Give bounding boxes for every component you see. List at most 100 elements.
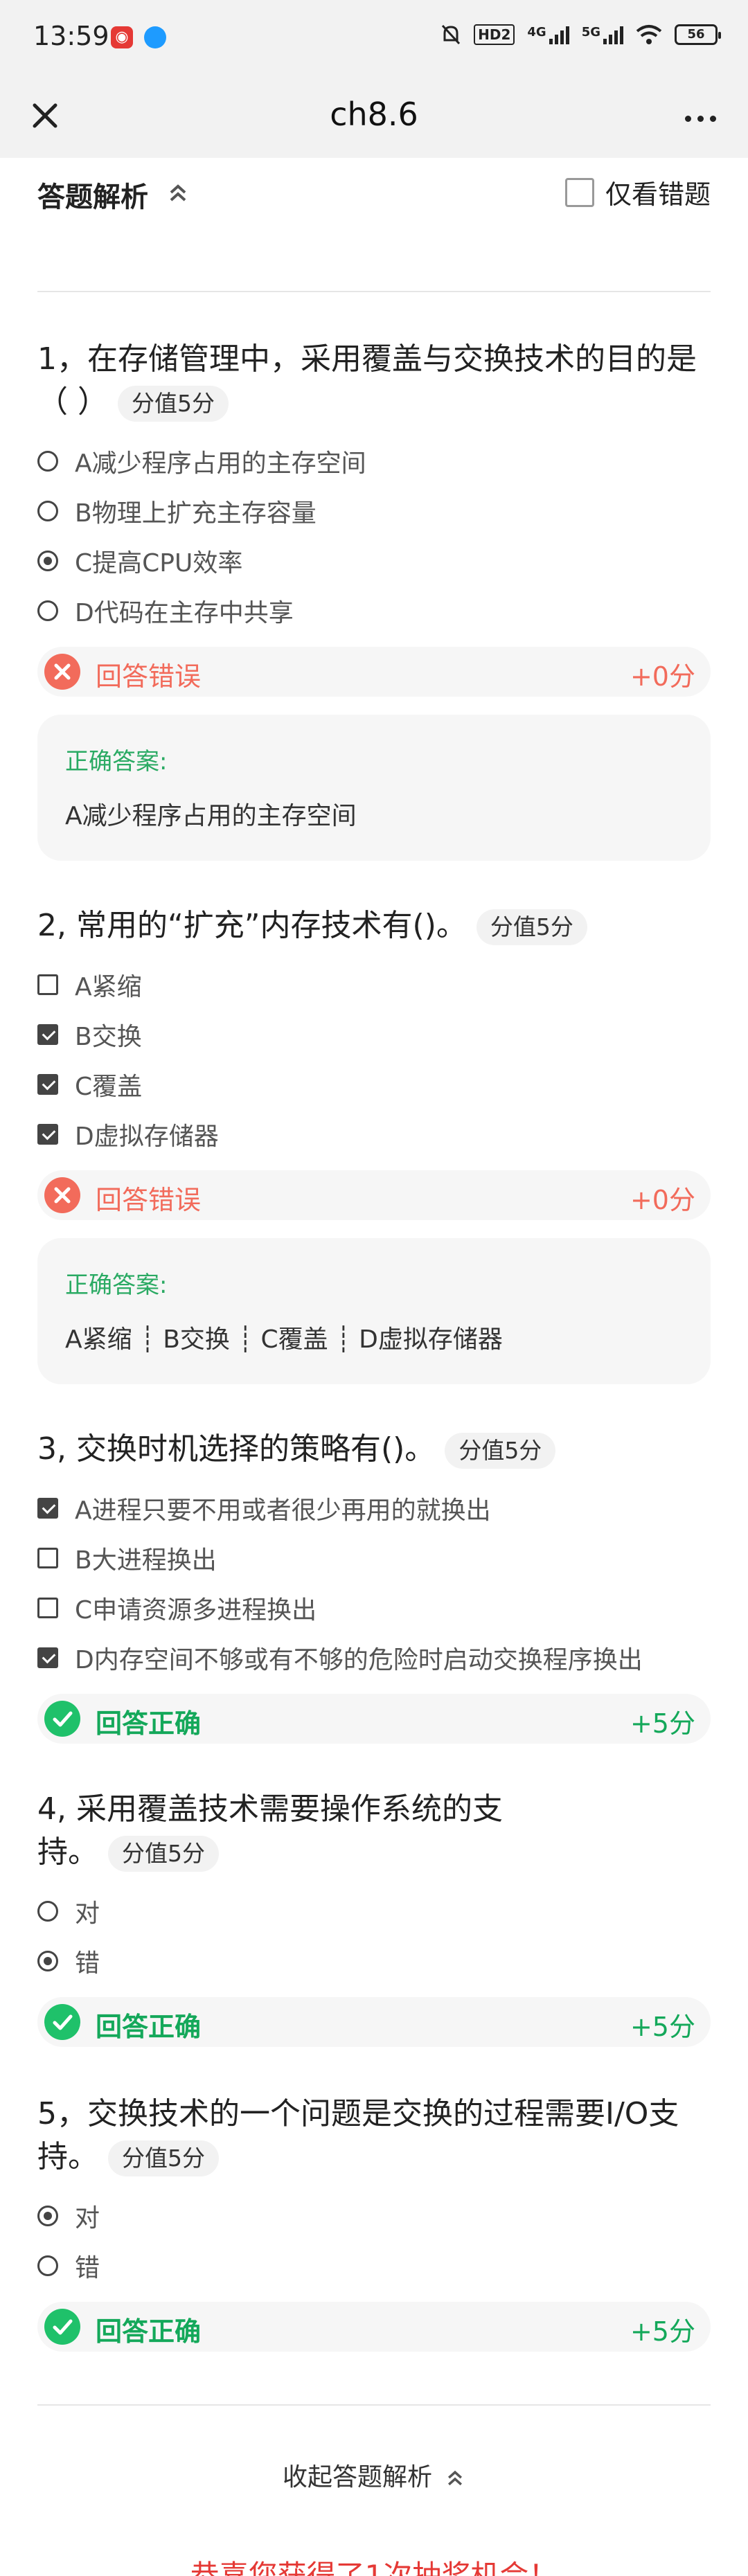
radio-checked-icon[interactable]: [37, 551, 58, 571]
question-5: 5，交换技术的一个问题是交换的过程需要I/O支持。 分值5分 对 错 回答正确 +…: [37, 2093, 711, 2352]
checkbox-icon[interactable]: [37, 1548, 58, 1568]
mute-bell-icon: [442, 24, 461, 45]
radio-checked-icon[interactable]: [37, 2206, 58, 2226]
only-wrong-checkbox[interactable]: [564, 177, 594, 207]
question-1: 1，在存储管理中，采用覆盖与交换技术的目的是（ ）分值5分 A减少程序占用的主存…: [37, 338, 711, 861]
checkbox-checked-icon[interactable]: [37, 1074, 58, 1095]
analysis-section-header: 答题解析 仅看错题: [37, 165, 711, 220]
question-4: 4, 采用覆盖技术需要操作系统的支持。 分值5分 对 错 回答正确 +5分: [37, 1788, 711, 2047]
checkbox-checked-icon[interactable]: [37, 1024, 58, 1045]
question-text: 2, 常用的“扩充”内存技术有()。: [37, 908, 467, 943]
correct-answer-box: 正确答案: A紧缩 ┊ B交换 ┊ C覆盖 ┊ D虚拟存储器: [37, 1238, 711, 1384]
score-pill: 分值5分: [108, 1836, 219, 1872]
divider: [37, 291, 711, 292]
option[interactable]: B大进程换出: [37, 1533, 711, 1583]
signal-5g: 5G: [582, 25, 623, 44]
correct-answer-value: A减少程序占用的主存空间: [65, 802, 357, 830]
question-2: 2, 常用的“扩充”内存技术有()。 分值5分 A紧缩 B交换 C覆盖 D虚拟存储…: [37, 904, 711, 1384]
result-bar: 回答错误 +0分: [37, 647, 711, 697]
option[interactable]: 错: [37, 2241, 711, 2291]
result-text: 回答错误: [96, 661, 202, 692]
option[interactable]: D内存空间不够或有不够的危险时启动交换程序换出: [37, 1633, 711, 1683]
result-points: +5分: [630, 2316, 695, 2347]
only-wrong-toggle[interactable]: 仅看错题: [564, 173, 711, 211]
radio-checked-icon[interactable]: [37, 1951, 58, 1971]
cross-circle-icon: [44, 654, 80, 690]
radio-icon[interactable]: [37, 501, 58, 521]
result-bar: 回答正确 +5分: [37, 1997, 711, 2047]
radio-icon[interactable]: [37, 451, 58, 472]
radio-icon[interactable]: [37, 600, 58, 621]
status-icons: HD2 4G 5G 56: [440, 24, 721, 46]
score-pill: 分值5分: [445, 1433, 556, 1469]
signal-4g: 4G: [527, 25, 569, 44]
more-icon[interactable]: [676, 94, 724, 143]
option[interactable]: 错: [37, 1936, 711, 1986]
result-points: +0分: [630, 1185, 695, 1215]
option[interactable]: D代码在主存中共享: [37, 586, 711, 636]
options: A进程只要不用或者很少再用的就换出 B大进程换出 C申请资源多进程换出 D内存空…: [37, 1483, 711, 1683]
section-title: 答题解析: [37, 181, 148, 213]
checkbox-checked-icon[interactable]: [37, 1647, 58, 1668]
result-text: 回答错误: [96, 1185, 202, 1215]
option[interactable]: 对: [37, 1886, 711, 1936]
result-points: +0分: [630, 661, 695, 692]
option[interactable]: A紧缩: [37, 960, 711, 1010]
checkbox-checked-icon[interactable]: [37, 1498, 58, 1519]
result-text: 回答正确: [96, 2012, 202, 2042]
promo-text: 恭喜您获得了1次抽奖机会！: [190, 2559, 558, 2576]
option[interactable]: C申请资源多进程换出: [37, 1583, 711, 1633]
radio-icon[interactable]: [37, 2255, 58, 2276]
result-points: +5分: [630, 2012, 695, 2042]
chevron-up-icon[interactable]: [166, 181, 190, 205]
signal-bars-icon: [603, 25, 623, 44]
result-text: 回答正确: [96, 1708, 202, 1739]
result-bar: 回答正确 +5分: [37, 2302, 711, 2352]
option[interactable]: C提高CPU效率: [37, 536, 711, 586]
options: A减少程序占用的主存空间 B物理上扩充主存容量 C提高CPU效率 D代码在主存中…: [37, 436, 711, 636]
status-time: 13:59: [33, 21, 109, 51]
option[interactable]: 对: [37, 2191, 711, 2241]
checkbox-checked-icon[interactable]: [37, 1124, 58, 1145]
check-circle-icon: [44, 2004, 80, 2040]
score-pill: 分值5分: [108, 2140, 219, 2176]
option[interactable]: A进程只要不用或者很少再用的就换出: [37, 1483, 711, 1533]
checkbox-icon[interactable]: [37, 974, 58, 995]
correct-answer-box: 正确答案: A减少程序占用的主存空间: [37, 715, 711, 861]
result-bar: 回答正确 +5分: [37, 1694, 711, 1744]
option[interactable]: B物理上扩充主存容量: [37, 486, 711, 536]
page-title: ch8.6: [330, 96, 418, 133]
check-circle-icon: [44, 2309, 80, 2345]
chevron-up-icon: [447, 2470, 463, 2486]
option[interactable]: C覆盖: [37, 1059, 711, 1109]
correct-answer-label: 正确答案:: [65, 1271, 168, 1299]
collapse-label: 收起答题解析: [282, 2463, 432, 2492]
result-bar: 回答错误 +0分: [37, 1170, 711, 1220]
question-text: 3, 交换时机选择的策略有()。: [37, 1431, 436, 1467]
score-pill: 分值5分: [476, 909, 587, 945]
question-text: 4, 采用覆盖技术需要操作系统的支持。: [37, 1791, 503, 1870]
option[interactable]: A减少程序占用的主存空间: [37, 436, 711, 486]
result-text: 回答正确: [96, 2316, 202, 2347]
hd-badge: HD2: [474, 24, 515, 45]
option[interactable]: D虚拟存储器: [37, 1109, 711, 1159]
correct-answer-value: A紧缩 ┊ B交换 ┊ C覆盖 ┊ D虚拟存储器: [65, 1325, 503, 1354]
collapse-analysis-button[interactable]: 收起答题解析: [0, 2457, 748, 2493]
radio-icon[interactable]: [37, 1901, 58, 1922]
result-points: +5分: [630, 1708, 695, 1739]
qq-app-icon: [144, 26, 166, 48]
correct-answer-label: 正确答案:: [65, 748, 168, 776]
only-wrong-label: 仅看错题: [605, 179, 711, 210]
options: 对 错: [37, 2191, 711, 2291]
divider: [37, 2404, 711, 2406]
status-bar: 13:59 ◉ HD2 4G 5G 56: [0, 0, 748, 76]
option[interactable]: B交换: [37, 1010, 711, 1059]
options: A紧缩 B交换 C覆盖 D虚拟存储器: [37, 960, 711, 1159]
checkbox-icon[interactable]: [37, 1598, 58, 1618]
options: 对 错: [37, 1886, 711, 1986]
top-bar: 13:59 ◉ HD2 4G 5G 56 ch8.6: [0, 0, 748, 158]
question-3: 3, 交换时机选择的策略有()。 分值5分 A进程只要不用或者很少再用的就换出 B…: [37, 1428, 711, 1744]
score-pill: 分值5分: [118, 386, 229, 422]
netease-app-icon: ◉: [111, 26, 133, 48]
check-circle-icon: [44, 1701, 80, 1737]
